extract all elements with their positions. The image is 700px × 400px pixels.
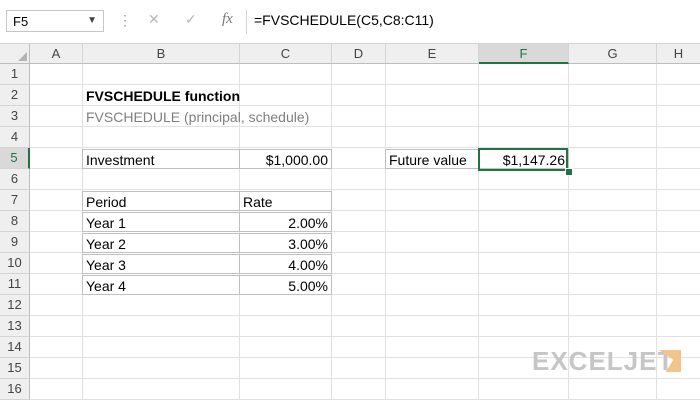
- select-all-button[interactable]: [0, 44, 30, 64]
- name-box[interactable]: F5 ▼: [6, 10, 104, 32]
- row-header-9[interactable]: 9: [0, 232, 30, 253]
- gridline: [30, 378, 700, 379]
- row-header-13[interactable]: 13: [0, 316, 30, 337]
- investment-label[interactable]: Investment: [82, 149, 240, 169]
- investment-value[interactable]: $1,000.00: [239, 149, 332, 169]
- fill-handle[interactable]: [565, 168, 573, 176]
- row-header-16[interactable]: 16: [0, 379, 30, 400]
- column-header-h[interactable]: H: [657, 44, 700, 64]
- column-header-e[interactable]: E: [386, 44, 479, 64]
- close-icon[interactable]: ✕: [148, 11, 160, 28]
- select-all-triangle-icon: [18, 52, 27, 61]
- period-cell[interactable]: Year 3: [82, 254, 240, 274]
- formula-input[interactable]: =FVSCHEDULE(C5,C8:C11): [254, 12, 434, 28]
- gridline: [478, 64, 479, 400]
- checkmark-icon[interactable]: ✓: [185, 11, 197, 28]
- rate-cell[interactable]: 5.00%: [239, 275, 332, 295]
- rate-cell[interactable]: 2.00%: [239, 212, 332, 232]
- rate-cell[interactable]: 3.00%: [239, 233, 332, 253]
- table-header-rate[interactable]: Rate: [239, 191, 332, 211]
- syntax-text[interactable]: FVSCHEDULE (principal, schedule): [83, 107, 323, 127]
- gridline: [30, 315, 700, 316]
- row-header-10[interactable]: 10: [0, 253, 30, 274]
- gridline: [30, 336, 700, 337]
- column-header-a[interactable]: A: [30, 44, 83, 64]
- formula-bar: F5 ▼ ⋮ ✕ ✓ fx =FVSCHEDULE(C5,C8:C11): [0, 0, 700, 44]
- period-cell[interactable]: Year 2: [82, 233, 240, 253]
- row-header-14[interactable]: 14: [0, 337, 30, 358]
- row-header-3[interactable]: 3: [0, 106, 30, 127]
- row-header-6[interactable]: 6: [0, 169, 30, 190]
- row-header-8[interactable]: 8: [0, 211, 30, 232]
- name-box-value: F5: [13, 14, 29, 29]
- row-header-5[interactable]: 5: [0, 148, 30, 169]
- selected-cell-border: [478, 148, 568, 171]
- column-header-c[interactable]: C: [240, 44, 332, 64]
- column-header-g[interactable]: G: [569, 44, 657, 64]
- period-cell[interactable]: Year 4: [82, 275, 240, 295]
- insert-function-icon[interactable]: fx: [222, 11, 233, 28]
- column-header-d[interactable]: D: [332, 44, 386, 64]
- row-header-12[interactable]: 12: [0, 295, 30, 316]
- row-header-2[interactable]: 2: [0, 85, 30, 106]
- chevron-down-icon[interactable]: ▼: [87, 15, 97, 26]
- gridline: [331, 64, 332, 400]
- rate-cell[interactable]: 4.00%: [239, 254, 332, 274]
- formula-bar-divider: [246, 10, 247, 34]
- gridline: [385, 64, 386, 400]
- sheet-title[interactable]: FVSCHEDULE function: [83, 86, 323, 106]
- gridline: [30, 147, 700, 148]
- row-header-11[interactable]: 11: [0, 274, 30, 295]
- future-value-label[interactable]: Future value: [385, 149, 479, 169]
- row-header-7[interactable]: 7: [0, 190, 30, 211]
- period-cell[interactable]: Year 1: [82, 212, 240, 232]
- gridline: [30, 84, 700, 85]
- row-header-4[interactable]: 4: [0, 127, 30, 148]
- column-header-b[interactable]: B: [83, 44, 240, 64]
- drag-handle-icon[interactable]: ⋮: [118, 12, 132, 29]
- exceljet-logo: EXCELJET: [532, 346, 675, 376]
- table-header-period[interactable]: Period: [82, 191, 240, 211]
- row-header-15[interactable]: 15: [0, 358, 30, 379]
- gridline: [30, 189, 700, 190]
- column-header-f[interactable]: F: [479, 44, 569, 64]
- row-header-1[interactable]: 1: [0, 64, 30, 85]
